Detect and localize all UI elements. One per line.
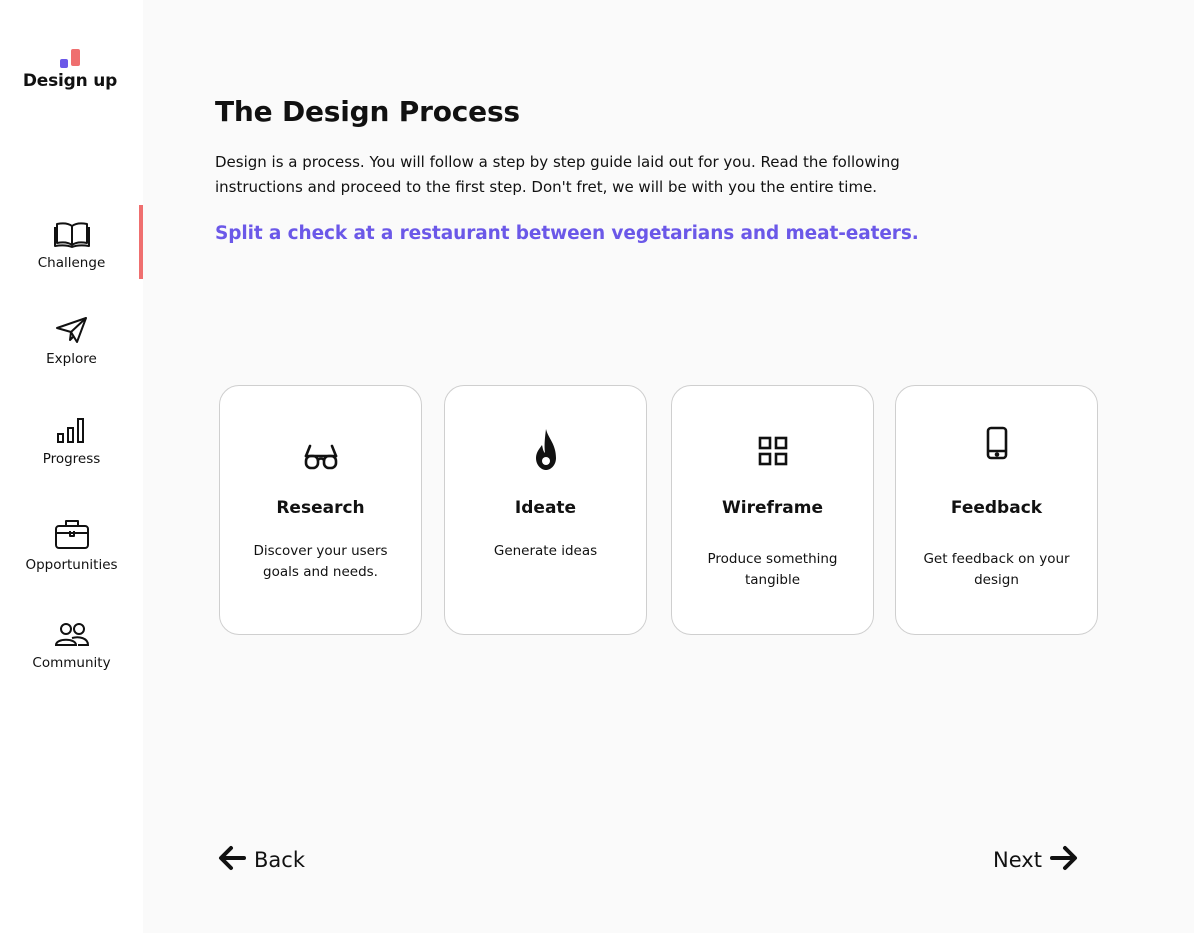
back-button[interactable]: Back <box>218 843 305 877</box>
sidebar-item-label: Challenge <box>37 255 106 271</box>
step-card-wireframe[interactable]: Wireframe Produce something tangible <box>671 385 874 635</box>
step-title: Ideate <box>514 498 577 518</box>
step-card-feedback[interactable]: Feedback Get feedback on your design <box>895 385 1098 635</box>
step-title: Research <box>276 498 365 518</box>
logo-mark-icon <box>58 48 82 68</box>
paper-plane-icon <box>0 316 143 344</box>
step-description: Produce something tangible <box>707 551 838 588</box>
brand-logo[interactable]: Design up <box>0 48 140 91</box>
sidebar-item-explore[interactable]: Explore <box>0 316 143 367</box>
step-description: Discover your users goals and needs. <box>253 543 388 580</box>
grid-icon <box>672 436 873 466</box>
briefcase-icon <box>0 518 143 550</box>
arrow-left-icon <box>218 845 246 876</box>
challenge-prompt: Split a check at a restaurant between ve… <box>215 223 919 244</box>
sidebar-item-label: Opportunities <box>25 557 118 573</box>
sidebar-item-challenge[interactable]: Challenge <box>0 220 143 271</box>
sidebar-item-label: Community <box>32 655 111 671</box>
step-title: Feedback <box>950 498 1043 518</box>
step-title: Wireframe <box>722 498 823 518</box>
page-title: The Design Process <box>215 95 520 128</box>
step-card-research[interactable]: Research Discover your users goals and n… <box>219 385 422 635</box>
step-card-ideate[interactable]: Ideate Generate ideas <box>444 385 647 635</box>
people-icon <box>0 622 143 648</box>
sidebar-item-label: Progress <box>42 451 101 467</box>
next-button[interactable]: Next <box>993 843 1078 877</box>
sidebar-item-progress[interactable]: Progress <box>0 416 143 467</box>
sidebar-item-community[interactable]: Community <box>0 622 143 671</box>
brand-name: Design up <box>22 71 118 91</box>
book-icon <box>0 220 143 248</box>
arrow-right-icon <box>1049 845 1078 876</box>
phone-icon <box>896 426 1097 460</box>
intro-text: Design is a process. You will follow a s… <box>215 153 900 196</box>
glasses-icon <box>220 443 421 473</box>
flame-icon <box>445 428 646 472</box>
sidebar-item-label: Explore <box>46 351 97 367</box>
next-label: Next <box>993 848 1042 872</box>
sidebar: Design up Challenge Explore Progress Opp… <box>0 0 143 933</box>
sidebar-item-opportunities[interactable]: Opportunities <box>0 518 143 573</box>
active-nav-indicator <box>139 205 143 279</box>
back-label: Back <box>254 848 305 872</box>
step-description: Generate ideas <box>493 543 598 559</box>
step-description: Get feedback on your design <box>923 551 1070 588</box>
bar-chart-icon <box>0 416 143 444</box>
